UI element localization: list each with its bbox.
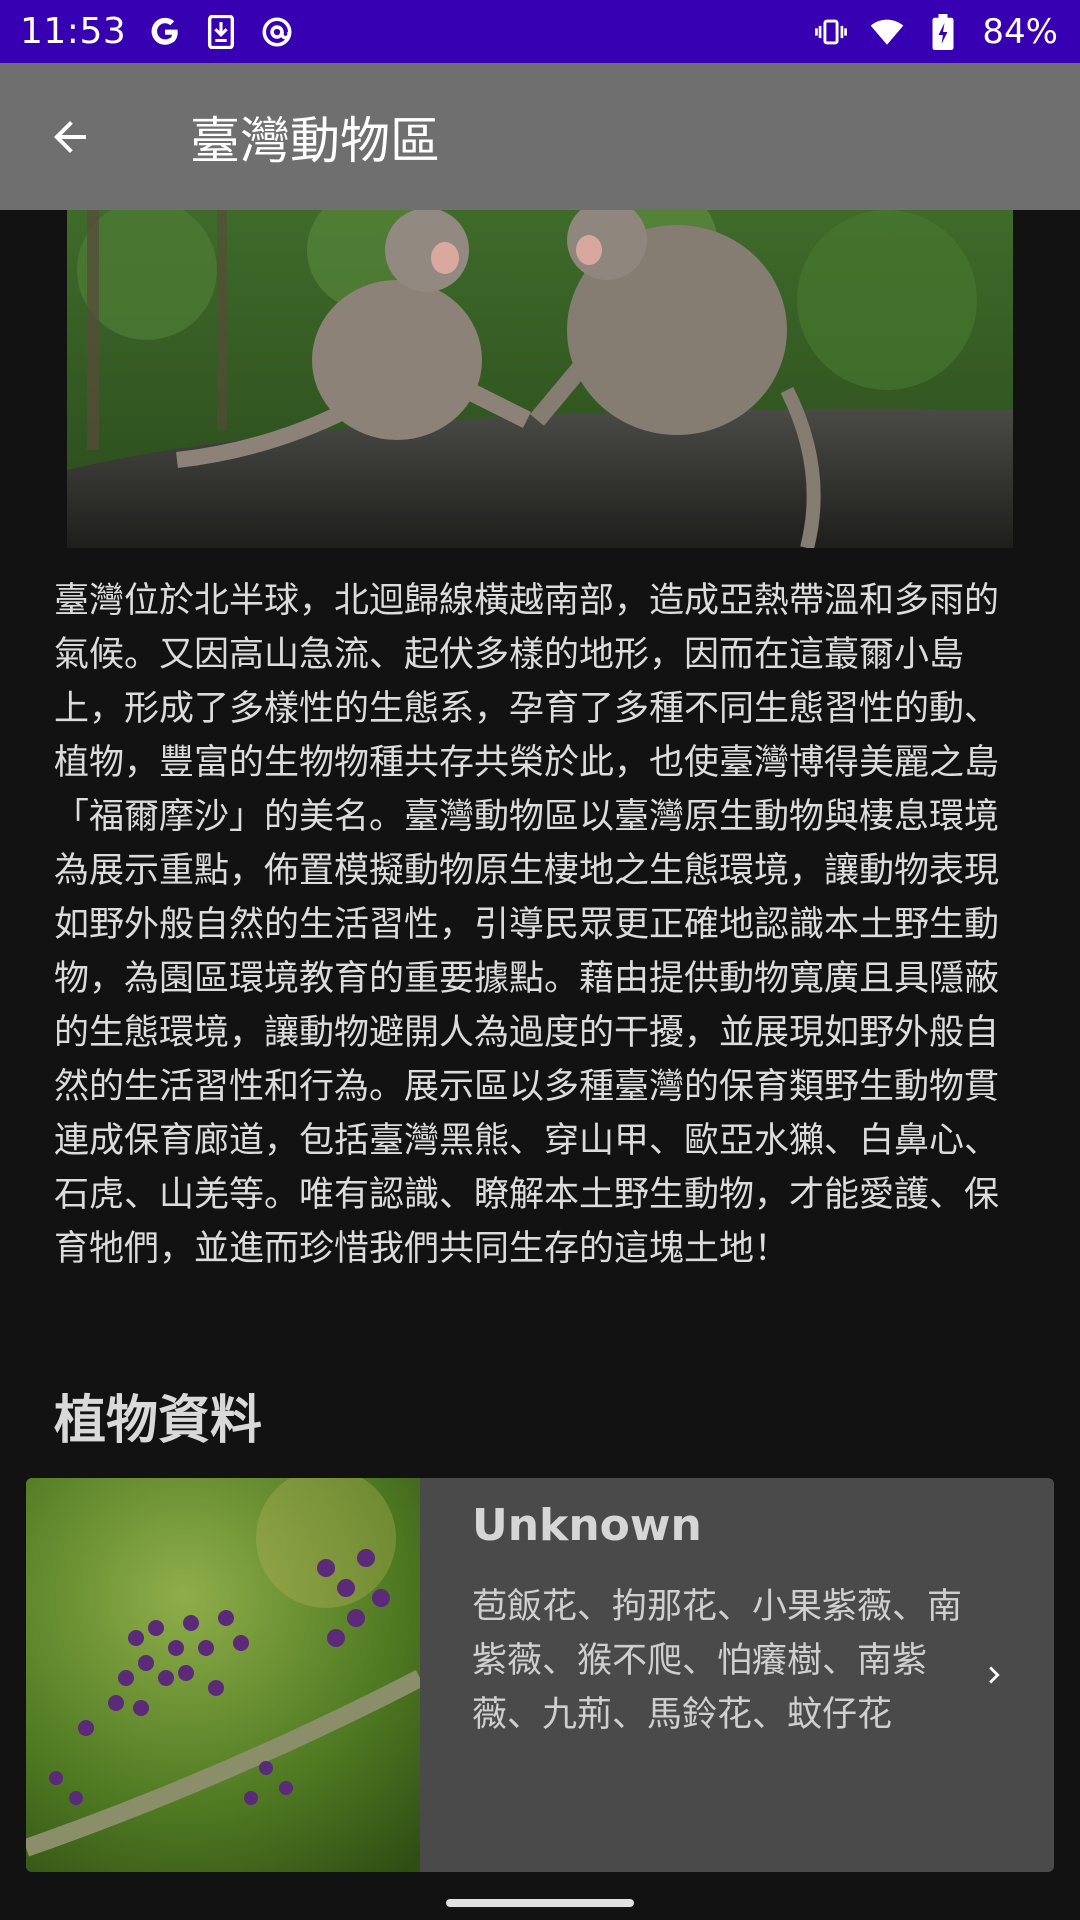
- page-title: 臺灣動物區: [190, 111, 440, 170]
- plants-section-title: 植物資料: [54, 1391, 263, 1451]
- battery-charging-icon: [926, 13, 960, 50]
- wifi-icon: [870, 15, 904, 49]
- download-icon: [204, 14, 238, 49]
- plant-title: Unknown: [472, 1500, 702, 1551]
- area-description: 臺灣位於北半球，北迴歸線橫越南部，造成亞熱帶溫和多雨的氣候。又因高山急流、起伏多…: [54, 581, 1000, 1269]
- at-sign-icon: [260, 15, 294, 49]
- plant-card-body: Unknown 苞飯花、拘那花、小果紫薇、南紫薇、猴不爬、怕癢樹、南紫薇、九荊、…: [420, 1478, 1054, 1872]
- back-button[interactable]: [40, 107, 100, 167]
- status-time: 11:53: [20, 11, 127, 52]
- vibrate-icon: [814, 15, 848, 49]
- plant-names: 苞飯花、拘那花、小果紫薇、南紫薇、猴不爬、怕癢樹、南紫薇、九荊、馬鈴花、蚊仔花: [472, 1587, 963, 1735]
- battery-percent: 84%: [982, 11, 1058, 52]
- google-icon: [148, 15, 182, 49]
- plant-card[interactable]: Unknown 苞飯花、拘那花、小果紫薇、南紫薇、猴不爬、怕癢樹、南紫薇、九荊、…: [26, 1478, 1054, 1872]
- plant-image: [26, 1478, 425, 1872]
- status-bar: 11:53 84%: [0, 0, 1080, 63]
- arrow-back-icon: [54, 120, 86, 153]
- app-bar: 臺灣動物區: [0, 63, 1080, 210]
- home-handle[interactable]: [446, 1899, 634, 1907]
- chevron-right-icon[interactable]: [974, 1655, 1014, 1695]
- hero-image: [67, 210, 1013, 548]
- gesture-nav-bar: [0, 1872, 1080, 1920]
